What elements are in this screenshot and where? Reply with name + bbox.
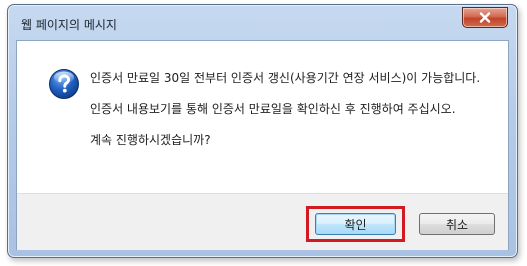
message-line-check: 인증서 내용보기를 통해 인증서 만료일을 확인하신 후 진행하여 주십시오. [90,102,456,116]
message-line-renewal: 인증서 만료일 30일 전부터 인증서 갱신(사용기간 연장 서비스)이 가능합… [90,71,481,85]
close-button[interactable] [462,7,508,28]
message-text: 인증서 만료일 30일 전부터 인증서 갱신(사용기간 연장 서비스)이 가능합… [90,71,490,164]
button-bar: 확인 취소 [17,193,508,250]
dialog-content: 인증서 만료일 30일 전부터 인증서 갱신(사용기간 연장 서비스)이 가능합… [16,40,509,250]
message-line-confirm: 계속 진행하시겠습니까? [90,133,211,147]
question-icon [48,68,80,100]
ok-button[interactable]: 확인 [315,213,396,235]
close-icon [479,12,491,23]
message-area: 인증서 만료일 30일 전부터 인증서 갱신(사용기간 연장 서비스)이 가능합… [17,41,508,193]
dialog-window: 웹 페이지의 메시지 인증서 만료일 30일 전부터 인증서 갱신(사용기간 연… [7,4,518,258]
cancel-button[interactable]: 취소 [419,213,495,235]
window-title: 웹 페이지의 메시지 [21,18,117,32]
